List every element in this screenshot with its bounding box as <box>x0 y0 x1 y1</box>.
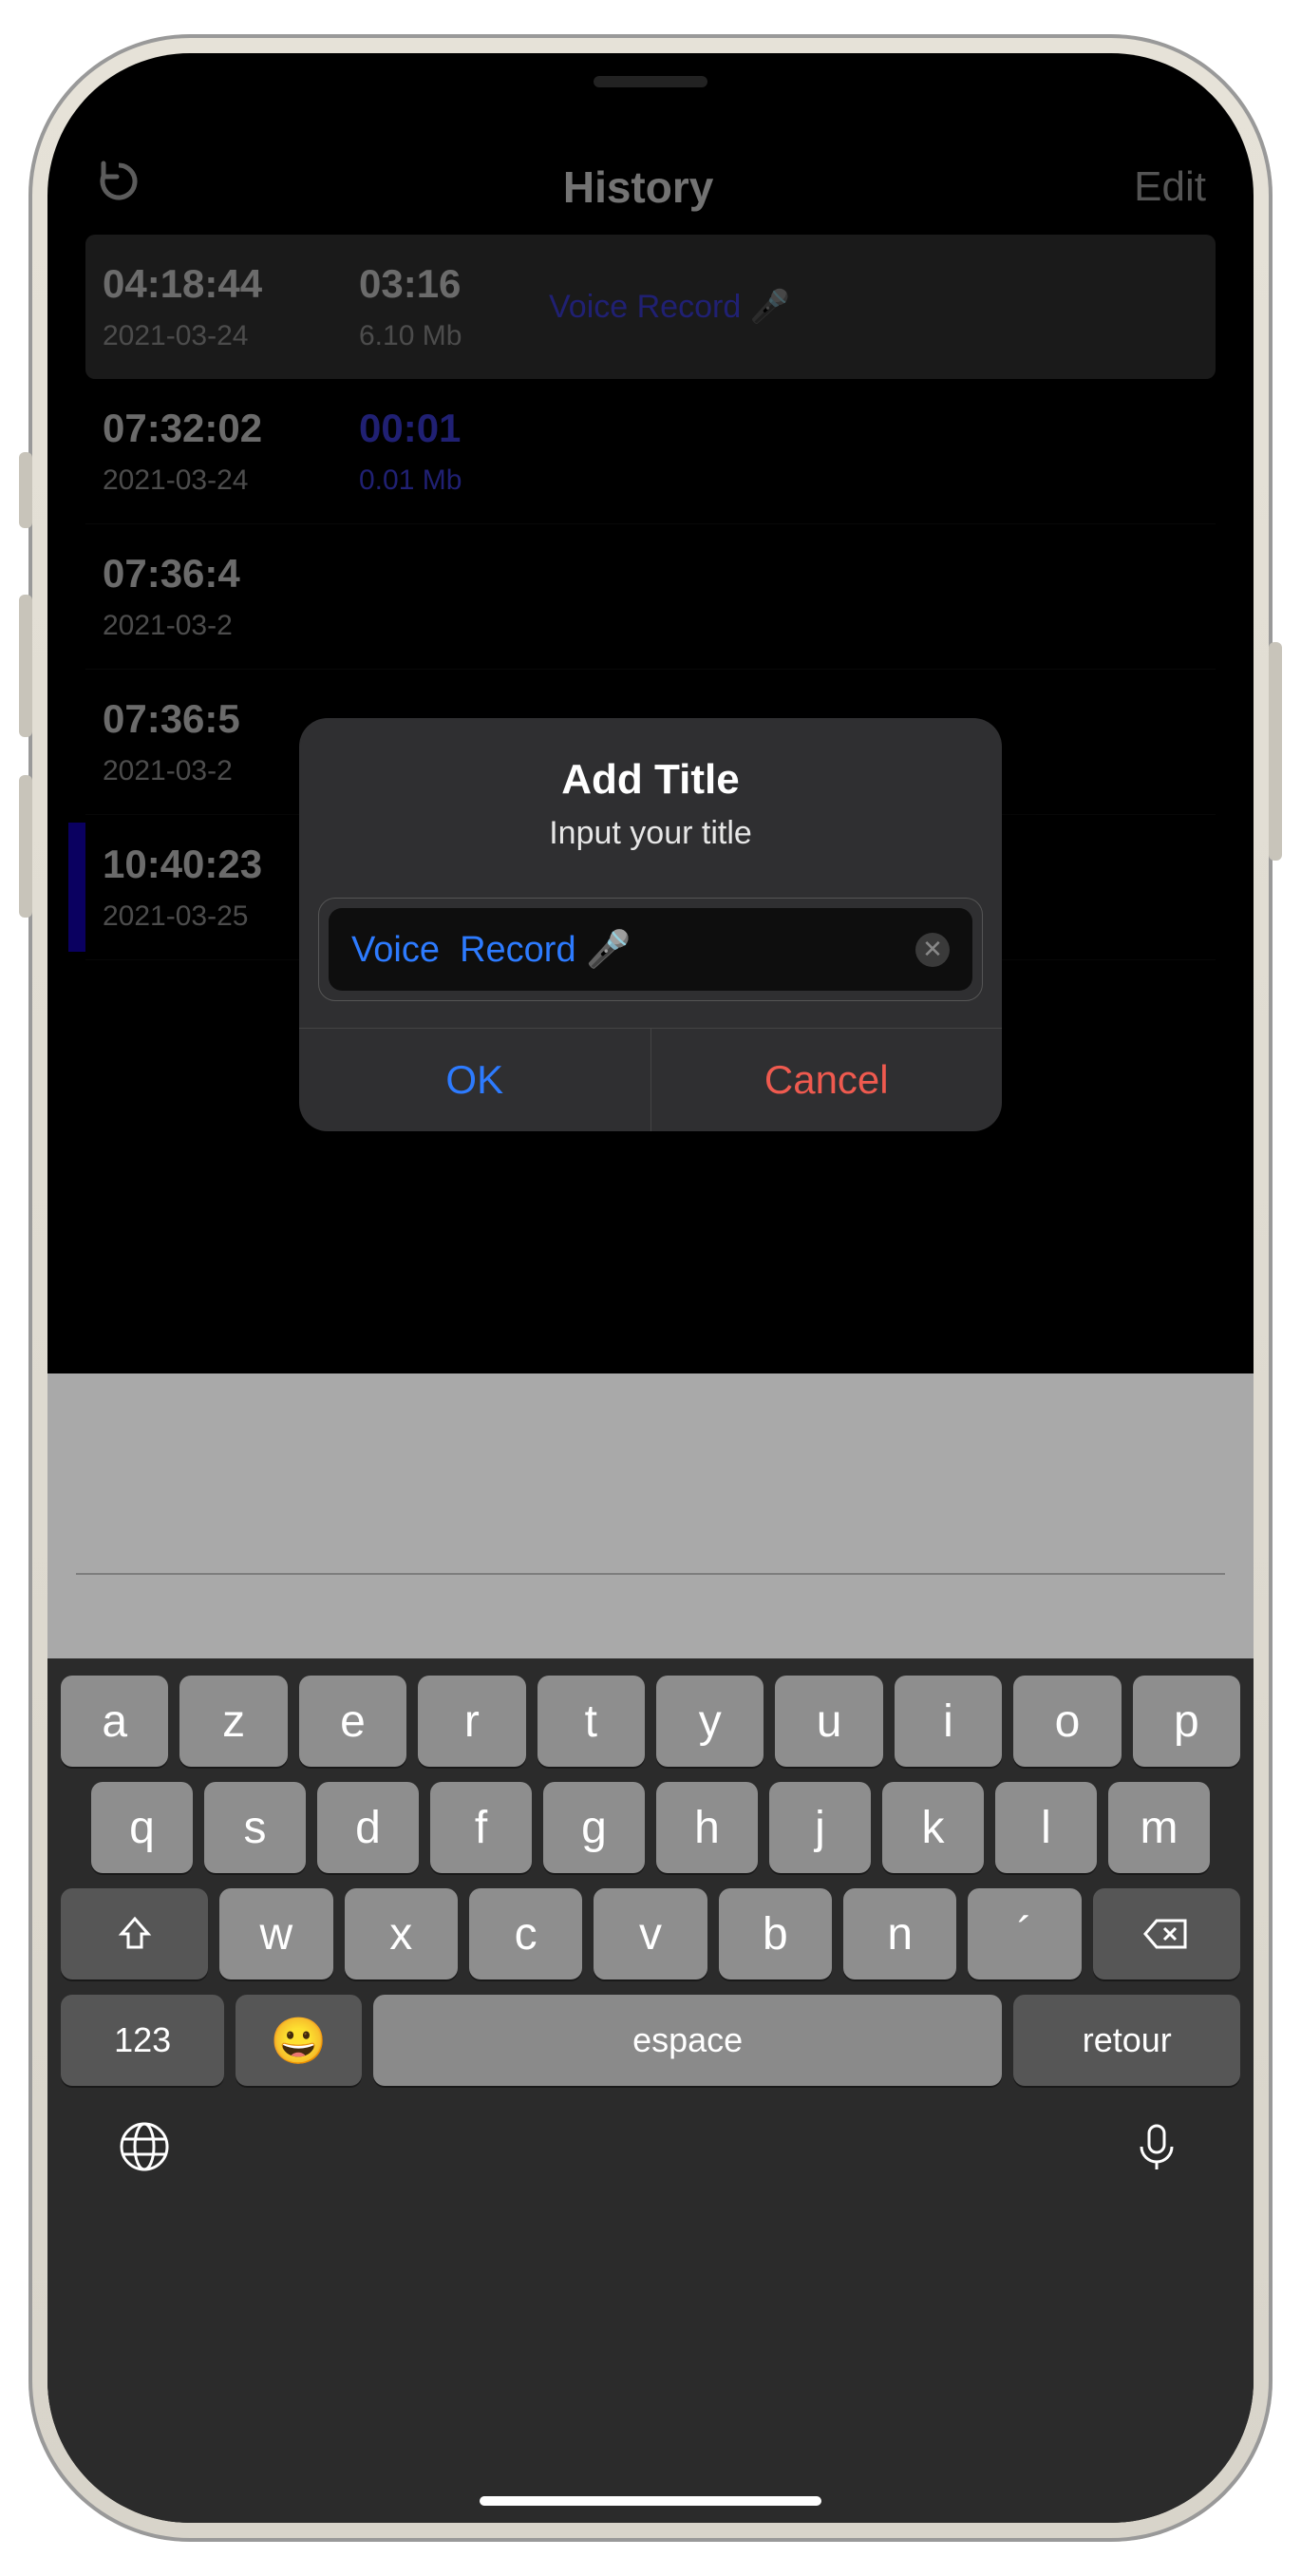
key-j[interactable]: j <box>769 1782 871 1873</box>
key-k[interactable]: k <box>882 1782 984 1873</box>
shift-key[interactable] <box>61 1888 208 1979</box>
key-v[interactable]: v <box>594 1888 707 1979</box>
key-s[interactable]: s <box>204 1782 306 1873</box>
cancel-button[interactable]: Cancel <box>651 1029 1003 1131</box>
space-key[interactable]: espace <box>373 1995 1003 2086</box>
key-e[interactable]: e <box>299 1676 406 1767</box>
return-key[interactable]: retour <box>1013 1995 1240 2086</box>
keyboard-toolbar <box>47 1373 1254 1658</box>
title-input[interactable] <box>351 929 915 970</box>
key-g[interactable]: g <box>543 1782 645 1873</box>
record-date: 2021-03-24 <box>103 464 359 497</box>
key-h[interactable]: h <box>656 1782 758 1873</box>
key-q[interactable]: q <box>91 1782 193 1873</box>
power-button <box>1269 642 1282 861</box>
record-size: 6.10 Mb <box>359 320 549 352</box>
key-f[interactable]: f <box>430 1782 532 1873</box>
phone-frame: History Edit 04:18:442021-03-2403:166.10… <box>28 34 1273 2542</box>
key-u[interactable]: u <box>775 1676 882 1767</box>
record-time: 04:18:44 <box>103 261 359 307</box>
record-date: 2021-03-24 <box>103 320 359 352</box>
clear-input-button[interactable]: ✕ <box>915 933 950 967</box>
silent-switch <box>19 452 32 528</box>
nav-bar: History Edit <box>47 139 1254 235</box>
key-´[interactable]: ´ <box>968 1888 1081 1979</box>
globe-key[interactable] <box>118 2120 171 2183</box>
record-row[interactable]: 07:32:02 2021-03-2400:01 0.01 Mb <box>85 379 1216 524</box>
record-title: Voice Record 🎤 <box>549 288 1198 326</box>
record-duration: 00:01 <box>359 406 549 451</box>
volume-up-button <box>19 595 32 737</box>
keyboard: azertyuiop qsdfghjklm wxcvbn´ 123 😀 <box>47 1658 1254 2523</box>
volume-down-button <box>19 775 32 918</box>
numeric-key[interactable]: 123 <box>61 1995 224 2086</box>
key-b[interactable]: b <box>719 1888 832 1979</box>
refresh-button[interactable] <box>95 158 142 216</box>
dictation-key[interactable] <box>1130 2120 1183 2183</box>
record-duration: 03:16 <box>359 261 549 307</box>
dialog-title: Add Title <box>328 756 973 804</box>
key-y[interactable]: y <box>656 1676 764 1767</box>
page-title: History <box>563 161 713 213</box>
key-i[interactable]: i <box>895 1676 1002 1767</box>
record-row[interactable]: 07:36:4 2021-03-2 <box>85 524 1216 670</box>
key-t[interactable]: t <box>537 1676 645 1767</box>
record-time: 07:36:4 <box>103 551 359 597</box>
key-n[interactable]: n <box>843 1888 956 1979</box>
key-m[interactable]: m <box>1108 1782 1210 1873</box>
key-p[interactable]: p <box>1133 1676 1240 1767</box>
add-title-dialog: Add Title Input your title ✕ OK Cancel <box>299 718 1002 1131</box>
edit-button[interactable]: Edit <box>1134 163 1206 211</box>
key-x[interactable]: x <box>345 1888 458 1979</box>
home-indicator[interactable] <box>480 2496 821 2506</box>
emoji-key[interactable]: 😀 <box>236 1995 362 2086</box>
key-l[interactable]: l <box>995 1782 1097 1873</box>
key-c[interactable]: c <box>469 1888 582 1979</box>
backspace-key[interactable] <box>1093 1888 1240 1979</box>
ok-button[interactable]: OK <box>299 1029 651 1131</box>
keyboard-area: azertyuiop qsdfghjklm wxcvbn´ 123 😀 <box>47 1373 1254 2523</box>
key-r[interactable]: r <box>418 1676 525 1767</box>
notch <box>404 53 897 110</box>
record-time: 07:32:02 <box>103 406 359 451</box>
key-z[interactable]: z <box>179 1676 287 1767</box>
record-date: 2021-03-2 <box>103 610 359 642</box>
key-a[interactable]: a <box>61 1676 168 1767</box>
key-w[interactable]: w <box>219 1888 332 1979</box>
record-size: 0.01 Mb <box>359 464 549 497</box>
dialog-subtitle: Input your title <box>328 815 973 852</box>
key-d[interactable]: d <box>317 1782 419 1873</box>
key-o[interactable]: o <box>1013 1676 1121 1767</box>
record-row[interactable]: 04:18:44 2021-03-2403:16 6.10 MbVoice Reco… <box>85 235 1216 379</box>
